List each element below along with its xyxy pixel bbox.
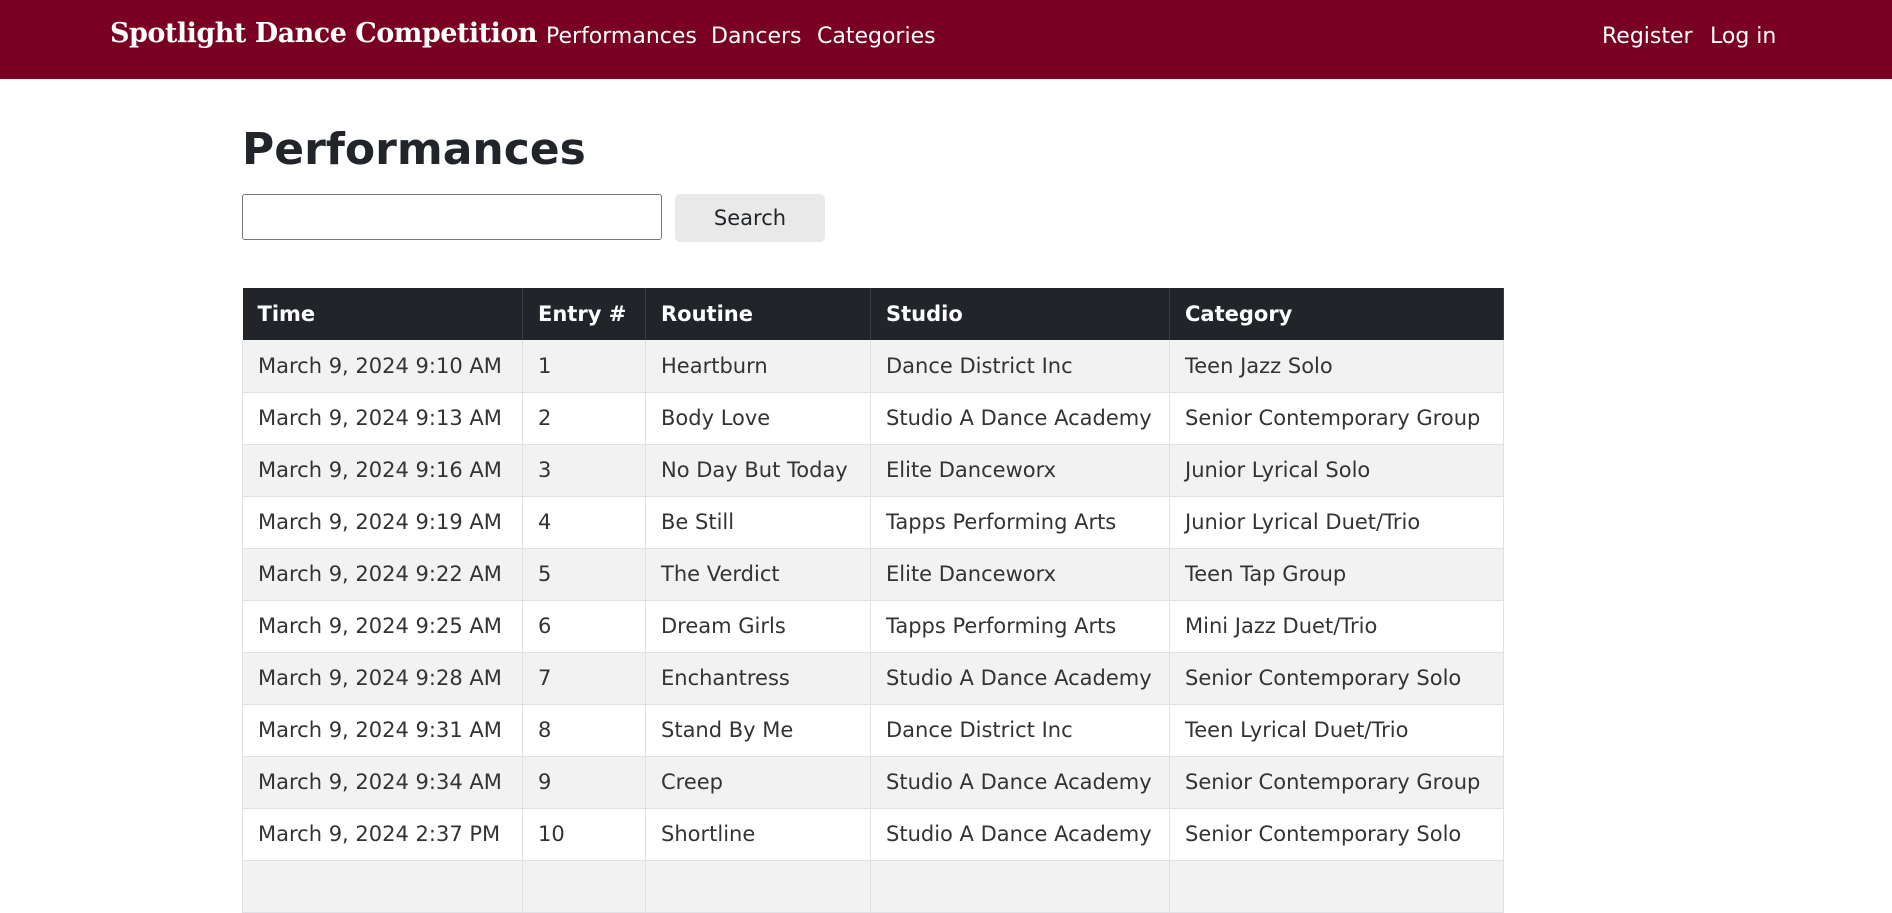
cell-time: March 9, 2024 9:16 AM <box>242 444 523 497</box>
cell-routine: Creep <box>645 756 871 809</box>
register-link[interactable]: Register <box>1602 24 1693 49</box>
cell-category: Teen Lyrical Duet/Trio <box>1169 704 1504 757</box>
cell-category: Mini Jazz Duet/Trio <box>1169 600 1504 653</box>
page-title: Performances <box>242 124 586 175</box>
cell-routine: Body Love <box>645 392 871 445</box>
cell-studio: Studio A Dance Academy <box>870 392 1170 445</box>
table-body: March 9, 2024 9:10 AM 1 Heartburn Dance Dis… <box>242 340 1504 913</box>
table-row: March 9, 2024 9:25 AM 6 Dream Girls Tapps P… <box>242 600 1504 653</box>
cell-routine: No Day But Today <box>645 444 871 497</box>
table-row: March 9, 2024 9:13 AM 2 Body Love Studio A … <box>242 392 1504 445</box>
cell-routine: Dream Girls <box>645 600 871 653</box>
cell-routine: Heartburn <box>645 340 871 393</box>
table-row: March 9, 2024 9:31 AM 8 Stand By Me Dance D… <box>242 704 1504 757</box>
top-navbar: Spotlight Dance Competition Performances… <box>0 0 1892 79</box>
cell-routine: Enchantress <box>645 652 871 705</box>
cell-studio: Dance District Inc <box>870 704 1170 757</box>
column-header-category[interactable]: Category <box>1169 288 1504 340</box>
nav-link-performances[interactable]: Performances <box>546 24 697 49</box>
cell-studio <box>870 860 1170 913</box>
cell-entry-number: 1 <box>522 340 646 393</box>
table-row: March 9, 2024 9:16 AM 3 No Day But Today El… <box>242 444 1504 497</box>
table-row <box>242 860 1504 913</box>
cell-time: March 9, 2024 9:22 AM <box>242 548 523 601</box>
cell-routine <box>645 860 871 913</box>
cell-time: March 9, 2024 9:28 AM <box>242 652 523 705</box>
cell-entry-number: 8 <box>522 704 646 757</box>
cell-entry-number: 9 <box>522 756 646 809</box>
column-header-routine[interactable]: Routine <box>645 288 871 340</box>
cell-time: March 9, 2024 9:34 AM <box>242 756 523 809</box>
cell-category: Senior Contemporary Solo <box>1169 652 1504 705</box>
table-header: Time Entry # Routine Studio Category <box>242 288 1504 340</box>
cell-time: March 9, 2024 9:13 AM <box>242 392 523 445</box>
login-link[interactable]: Log in <box>1710 24 1776 49</box>
cell-routine: Shortline <box>645 808 871 861</box>
cell-entry-number: 5 <box>522 548 646 601</box>
performances-table: Time Entry # Routine Studio Category Mar… <box>242 288 1504 913</box>
table-row: March 9, 2024 9:22 AM 5 The Verdict Elite D… <box>242 548 1504 601</box>
nav-link-dancers[interactable]: Dancers <box>711 24 802 49</box>
cell-time <box>242 860 523 913</box>
cell-studio: Studio A Dance Academy <box>870 756 1170 809</box>
cell-entry-number: 3 <box>522 444 646 497</box>
cell-category: Senior Contemporary Group <box>1169 392 1504 445</box>
search-button[interactable]: Search <box>675 194 825 242</box>
cell-entry-number: 7 <box>522 652 646 705</box>
cell-time: March 9, 2024 9:19 AM <box>242 496 523 549</box>
table-header-row: Time Entry # Routine Studio Category <box>242 288 1504 340</box>
cell-time: March 9, 2024 9:25 AM <box>242 600 523 653</box>
cell-category: Junior Lyrical Duet/Trio <box>1169 496 1504 549</box>
table-row: March 9, 2024 9:34 AM 9 Creep Studio A Danc… <box>242 756 1504 809</box>
cell-studio: Studio A Dance Academy <box>870 808 1170 861</box>
table-row: March 9, 2024 9:19 AM 4 Be Still Tapps Perf… <box>242 496 1504 549</box>
cell-entry-number: 4 <box>522 496 646 549</box>
cell-entry-number: 6 <box>522 600 646 653</box>
column-header-studio[interactable]: Studio <box>870 288 1170 340</box>
cell-time: March 9, 2024 9:10 AM <box>242 340 523 393</box>
cell-studio: Dance District Inc <box>870 340 1170 393</box>
column-header-entry[interactable]: Entry # <box>522 288 646 340</box>
cell-category: Senior Contemporary Group <box>1169 756 1504 809</box>
table-row: March 9, 2024 9:10 AM 1 Heartburn Dance Dis… <box>242 340 1504 393</box>
cell-category: Teen Jazz Solo <box>1169 340 1504 393</box>
cell-category: Junior Lyrical Solo <box>1169 444 1504 497</box>
cell-routine: Be Still <box>645 496 871 549</box>
nav-link-categories[interactable]: Categories <box>817 24 936 49</box>
cell-entry-number: 10 <box>522 808 646 861</box>
cell-routine: The Verdict <box>645 548 871 601</box>
brand-logo-link[interactable]: Spotlight Dance Competition <box>110 18 538 49</box>
cell-entry-number <box>522 860 646 913</box>
cell-category: Senior Contemporary Solo <box>1169 808 1504 861</box>
cell-category <box>1169 860 1504 913</box>
cell-routine: Stand By Me <box>645 704 871 757</box>
cell-time: March 9, 2024 9:31 AM <box>242 704 523 757</box>
cell-time: March 9, 2024 2:37 PM <box>242 808 523 861</box>
cell-studio: Elite Danceworx <box>870 444 1170 497</box>
search-input[interactable] <box>242 194 662 240</box>
cell-studio: Tapps Performing Arts <box>870 496 1170 549</box>
cell-studio: Studio A Dance Academy <box>870 652 1170 705</box>
column-header-time[interactable]: Time <box>242 288 523 340</box>
table-row: March 9, 2024 2:37 PM 10 Shortline Studio A… <box>242 808 1504 861</box>
cell-entry-number: 2 <box>522 392 646 445</box>
table-row: March 9, 2024 9:28 AM 7 Enchantress Studio … <box>242 652 1504 705</box>
cell-studio: Tapps Performing Arts <box>870 600 1170 653</box>
cell-studio: Elite Danceworx <box>870 548 1170 601</box>
cell-category: Teen Tap Group <box>1169 548 1504 601</box>
